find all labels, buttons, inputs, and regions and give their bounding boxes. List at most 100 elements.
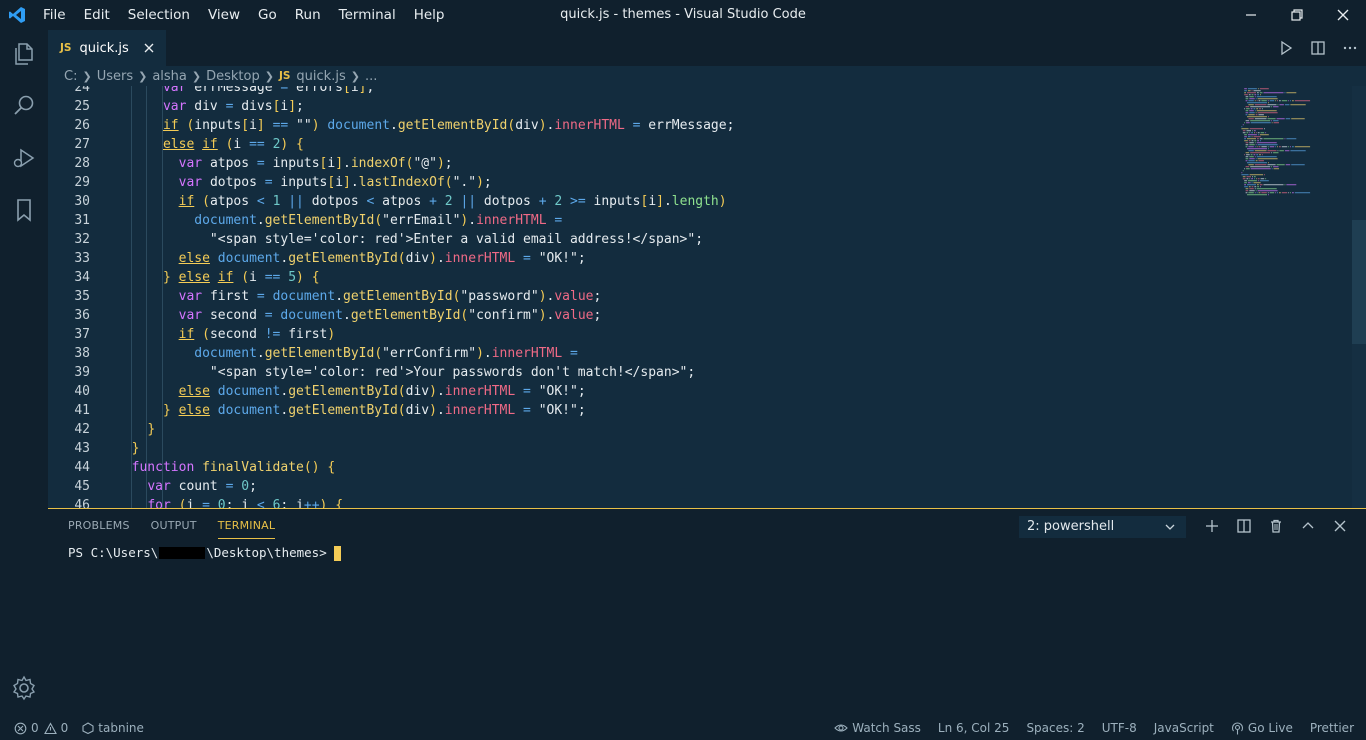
code-text: else document.getElementById(div).innerH… [178,251,586,266]
manage-button[interactable] [0,664,48,712]
split-terminal-button[interactable] [1228,515,1260,537]
close-window-button[interactable] [1320,0,1366,30]
maximize-panel-button[interactable] [1292,515,1324,537]
line-number: 32 [74,232,90,247]
tabnine-status[interactable]: tabnine [82,716,144,740]
code-text: var first = document.getElementById("pas… [178,289,602,304]
bookmarks-button[interactable] [0,186,48,234]
scrollbar-thumb[interactable] [1352,220,1366,344]
line-number: 35 [74,289,90,304]
line-number: 42 [74,422,90,437]
line-number: 28 [74,156,90,171]
code-text: if (second != first) [178,327,336,342]
watch-sass-button[interactable]: Watch Sass [834,716,921,740]
line-number: 43 [74,441,90,456]
bookmark-icon [17,199,31,222]
breadcrumb-item[interactable]: Users [97,69,133,84]
language-mode[interactable]: JavaScript [1154,716,1214,740]
code-text: if (inputs[i] == "") document.getElement… [162,118,735,133]
line-number: 36 [74,308,90,323]
chevron-down-icon [1165,524,1175,530]
tab-quick-js[interactable]: JS quick.js [48,30,166,66]
chevron-right-icon: ❯ [138,69,148,83]
breadcrumb-item[interactable]: quick.js [296,69,345,84]
menu-go[interactable]: Go [249,0,286,30]
menu-view[interactable]: View [199,0,249,30]
terminal-prompt[interactable]: PS C:\Users\ \Desktop\themes> [68,544,341,562]
problems-status[interactable]: 0 0 [14,716,68,740]
javascript-file-icon: JS [278,70,291,82]
minimap-preview [1241,88,1311,200]
menu-edit[interactable]: Edit [75,0,119,30]
javascript-file-icon: JS [60,42,72,54]
terminal-select[interactable]: 2: powershell [1019,516,1186,538]
code-text: } [147,422,156,437]
tab-terminal[interactable]: TERMINAL [217,517,276,539]
tab-problems[interactable]: PROBLEMS [68,517,130,539]
code-line: 46 for (i = 0; i < 6; i++) { [48,496,1232,508]
code-line: 41 } else document.getElementById(div).i… [48,401,1232,420]
ellipsis-icon [1343,46,1357,50]
code-line: 25 var div = divs[i]; [48,97,1232,116]
kill-terminal-button[interactable] [1260,515,1292,537]
editor-scrollbar[interactable] [1352,86,1366,508]
panel-tabs: PROBLEMS OUTPUT TERMINAL [68,517,296,539]
files-icon [15,43,33,65]
editor-actions [1270,30,1366,66]
run-debug-button[interactable] [0,134,48,182]
close-panel-button[interactable] [1324,515,1356,537]
line-number: 45 [74,479,90,494]
breadcrumb-item[interactable]: Desktop [206,69,260,84]
restore-icon [1291,9,1303,21]
warning-count: 0 [60,721,69,735]
menu-help[interactable]: Help [405,0,454,30]
restore-button[interactable] [1274,0,1320,30]
encoding[interactable]: UTF-8 [1102,716,1137,740]
broadcast-icon [1231,721,1244,735]
terminal-cursor [333,545,341,561]
error-icon [14,722,27,735]
menu-run[interactable]: Run [286,0,330,30]
window-controls [1228,0,1366,30]
menu-selection[interactable]: Selection [119,0,199,30]
warning-icon [43,721,57,735]
prettier-status[interactable]: Prettier [1310,716,1354,740]
more-actions-button[interactable] [1334,30,1366,66]
go-live-label: Go Live [1247,721,1293,735]
activity-bar [0,30,48,716]
code-editor[interactable]: 24 var errMessage = errors[i]; 25 var div… [48,86,1232,508]
run-file-button[interactable] [1270,30,1302,66]
indentation[interactable]: Spaces: 2 [1026,716,1084,740]
explorer-button[interactable] [0,30,48,78]
cursor-position[interactable]: Ln 6, Col 25 [938,716,1010,740]
tab-label: quick.js [79,40,129,56]
close-icon [1337,9,1349,21]
code-text: if (atpos < 1 || dotpos < atpos + 2 || d… [178,194,727,209]
menu-file[interactable]: File [34,0,75,30]
line-number: 33 [74,251,90,266]
code-line: 24 var errMessage = errors[i]; [48,86,1232,97]
code-text: } [131,441,140,456]
new-terminal-button[interactable] [1196,515,1228,537]
breadcrumb-item[interactable]: ... [365,69,377,84]
code-line: 36 var second = document.getElementById(… [48,306,1232,325]
gear-icon [12,675,36,701]
editor-tab-bar: JS quick.js [48,30,1366,66]
code-text: else if (i == 2) { [162,137,304,152]
split-editor-button[interactable] [1302,30,1334,66]
tab-output[interactable]: OUTPUT [151,517,197,539]
code-line: 28 var atpos = inputs[i].indexOf("@"); [48,154,1232,173]
bottom-panel: PROBLEMS OUTPUT TERMINAL 2: powershell P… [48,508,1366,716]
minimize-button[interactable] [1228,0,1274,30]
breadcrumb-item[interactable]: alsha [152,69,187,84]
line-number: 38 [74,346,90,361]
search-button[interactable] [0,82,48,130]
menu-terminal[interactable]: Terminal [330,0,405,30]
menu-bar: File Edit Selection View Go Run Terminal… [34,0,453,30]
minimap[interactable] [1232,86,1352,508]
breadcrumb-item[interactable]: C: [64,69,77,84]
close-icon [144,43,154,53]
go-live-button[interactable]: Go Live [1231,716,1293,740]
close-tab-button[interactable] [141,40,157,56]
code-line: 35 var first = document.getElementById("… [48,287,1232,306]
